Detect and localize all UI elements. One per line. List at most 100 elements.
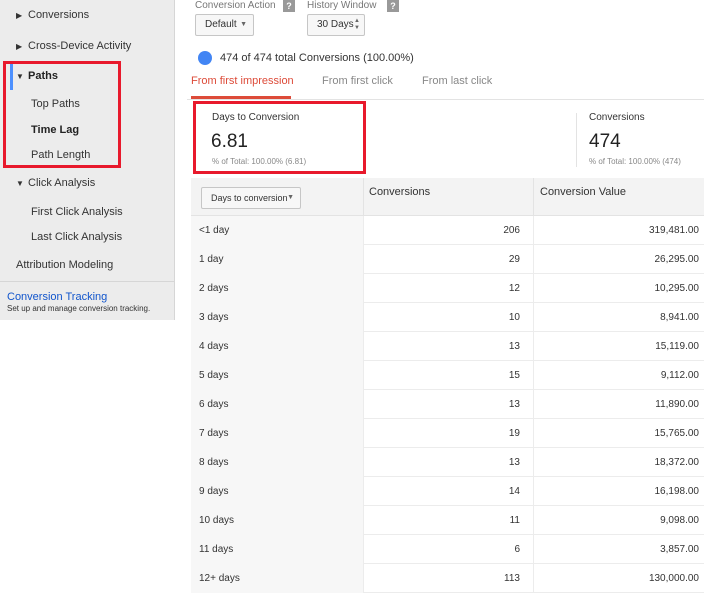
row-label: 10 days bbox=[199, 515, 235, 526]
conversions-cell: 6 bbox=[363, 535, 527, 564]
conversion-action-value: Default bbox=[205, 19, 237, 30]
sidebar-item-paths[interactable]: ▼ Paths bbox=[16, 70, 191, 82]
time-lag-table: Days to conversion ▼ Conversions Convers… bbox=[191, 178, 704, 593]
dimension-dropdown[interactable]: Days to conversion ▼ bbox=[201, 187, 301, 209]
conversions-cell: 11 bbox=[363, 506, 527, 535]
conversion-value-cell: 130,000.00 bbox=[533, 564, 704, 593]
scorecard-value: 474 bbox=[589, 131, 621, 152]
history-window-value: 30 Days bbox=[317, 19, 354, 30]
selected-indicator bbox=[10, 62, 13, 90]
sidebar-item-cross-device-activity[interactable]: ▶ Cross-Device Activity bbox=[16, 40, 191, 52]
sidebar-item-label: Conversions bbox=[28, 9, 90, 21]
sidebar-item-label: Path Length bbox=[31, 149, 91, 161]
table-row: 6 days 13 11,890.00 bbox=[191, 390, 704, 419]
table-row: 9 days 14 16,198.00 bbox=[191, 477, 704, 506]
conversions-cell: 19 bbox=[363, 419, 527, 448]
caret-down-icon: ▼ bbox=[240, 21, 247, 28]
sidebar: ▶ Conversions ▶ Cross-Device Activity ▼ Pat… bbox=[0, 0, 175, 320]
table-row: 1 day 29 26,295.00 bbox=[191, 245, 704, 274]
sidebar-item-label: First Click Analysis bbox=[31, 206, 123, 218]
conversions-cell: 12 bbox=[363, 274, 527, 303]
sidebar-item-label: Top Paths bbox=[31, 98, 80, 110]
sidebar-item-last-click-analysis[interactable]: Last Click Analysis bbox=[31, 231, 206, 243]
table-row: 10 days 11 9,098.00 bbox=[191, 506, 704, 535]
table-row: 11 days 6 3,857.00 bbox=[191, 535, 704, 564]
updown-arrows-icon: ▲ ▼ bbox=[354, 18, 360, 31]
conversion-tracking-description: Set up and manage conversion tracking. bbox=[7, 304, 151, 313]
sidebar-item-first-click-analysis[interactable]: First Click Analysis bbox=[31, 206, 206, 218]
history-window-select[interactable]: 30 Days ▲ ▼ bbox=[307, 14, 365, 36]
conversion-value-cell: 3,857.00 bbox=[533, 535, 704, 564]
row-label: 5 days bbox=[199, 370, 229, 381]
row-label: 6 days bbox=[199, 399, 229, 410]
sidebar-item-click-analysis[interactable]: ▼ Click Analysis bbox=[16, 177, 191, 189]
table-header: Days to conversion ▼ Conversions Convers… bbox=[191, 178, 704, 216]
scorecard-percent-of-total: % of Total: 100.00% (6.81) bbox=[212, 157, 307, 166]
scorecard-label: Days to Conversion bbox=[212, 112, 300, 123]
table-row: 7 days 19 15,765.00 bbox=[191, 419, 704, 448]
conversions-cell: 15 bbox=[363, 361, 527, 390]
sidebar-item-path-length[interactable]: Path Length bbox=[31, 149, 206, 161]
table-row: 8 days 13 18,372.00 bbox=[191, 448, 704, 477]
row-label: 7 days bbox=[199, 428, 229, 439]
conversion-action-label: Conversion Action bbox=[195, 0, 276, 11]
conversion-value-cell: 15,765.00 bbox=[533, 419, 704, 448]
scorecard-label: Conversions bbox=[589, 112, 645, 123]
help-icon[interactable]: ? bbox=[387, 0, 399, 12]
sidebar-item-top-paths[interactable]: Top Paths bbox=[31, 98, 206, 110]
row-label: 4 days bbox=[199, 341, 229, 352]
scorecard-value: 6.81 bbox=[211, 131, 248, 152]
conversion-action-dropdown[interactable]: Default ▼ bbox=[195, 14, 254, 36]
sidebar-item-attribution-modeling[interactable]: Attribution Modeling bbox=[16, 259, 191, 271]
conversion-value-cell: 15,119.00 bbox=[533, 332, 704, 361]
row-label: 2 days bbox=[199, 283, 229, 294]
conversion-tracking-link[interactable]: Conversion Tracking bbox=[7, 291, 107, 303]
column-header-conversions[interactable]: Conversions bbox=[369, 186, 430, 198]
tab-from-last-click[interactable]: From last click bbox=[422, 75, 492, 87]
row-label: 9 days bbox=[199, 486, 229, 497]
conversions-cell: 206 bbox=[363, 216, 527, 245]
conversion-value-cell: 18,372.00 bbox=[533, 448, 704, 477]
conversions-cell: 29 bbox=[363, 245, 527, 274]
sidebar-item-time-lag[interactable]: Time Lag bbox=[31, 124, 206, 136]
conversion-value-cell: 319,481.00 bbox=[533, 216, 704, 245]
history-window-label: History Window bbox=[307, 0, 377, 11]
sidebar-item-label: Attribution Modeling bbox=[16, 259, 114, 271]
sidebar-item-label: Time Lag bbox=[31, 124, 80, 136]
conversion-value-cell: 9,098.00 bbox=[533, 506, 704, 535]
row-label: 11 days bbox=[199, 544, 234, 555]
triangle-right-icon: ▶ bbox=[16, 11, 23, 20]
conversion-value-cell: 8,941.00 bbox=[533, 303, 704, 332]
sidebar-item-label: Last Click Analysis bbox=[31, 231, 123, 243]
row-label: 12+ days bbox=[199, 573, 240, 584]
column-divider bbox=[363, 178, 364, 216]
tab-from-first-click[interactable]: From first click bbox=[322, 75, 393, 87]
scorecard-percent-of-total: % of Total: 100.00% (474) bbox=[589, 157, 681, 166]
column-header-conversion-value[interactable]: Conversion Value bbox=[540, 186, 626, 198]
help-icon[interactable]: ? bbox=[283, 0, 295, 12]
table-row: 2 days 12 10,295.00 bbox=[191, 274, 704, 303]
table-row: 3 days 10 8,941.00 bbox=[191, 303, 704, 332]
series-dot-icon bbox=[198, 51, 212, 65]
conversion-value-cell: 26,295.00 bbox=[533, 245, 704, 274]
table-row: <1 day 206 319,481.00 bbox=[191, 216, 704, 245]
tabs-divider bbox=[187, 99, 704, 100]
sidebar-divider bbox=[0, 281, 175, 282]
row-label: <1 day bbox=[199, 225, 230, 236]
triangle-down-icon: ▼ bbox=[16, 72, 24, 81]
tab-from-first-impression[interactable]: From first impression bbox=[191, 75, 294, 87]
conversions-cell: 13 bbox=[363, 448, 527, 477]
column-divider bbox=[533, 178, 534, 216]
table-row: 4 days 13 15,119.00 bbox=[191, 332, 704, 361]
conversion-value-cell: 10,295.00 bbox=[533, 274, 704, 303]
sidebar-item-conversions[interactable]: ▶ Conversions bbox=[16, 9, 191, 21]
conversions-cell: 10 bbox=[363, 303, 527, 332]
conversions-cell: 13 bbox=[363, 332, 527, 361]
triangle-down-icon: ▼ bbox=[16, 179, 24, 188]
conversions-cell: 113 bbox=[363, 564, 527, 593]
row-label: 1 day bbox=[199, 254, 224, 265]
row-label: 3 days bbox=[199, 312, 229, 323]
table-row: 12+ days 113 130,000.00 bbox=[191, 564, 704, 593]
conversions-cell: 13 bbox=[363, 390, 527, 419]
conversion-value-cell: 11,890.00 bbox=[533, 390, 704, 419]
